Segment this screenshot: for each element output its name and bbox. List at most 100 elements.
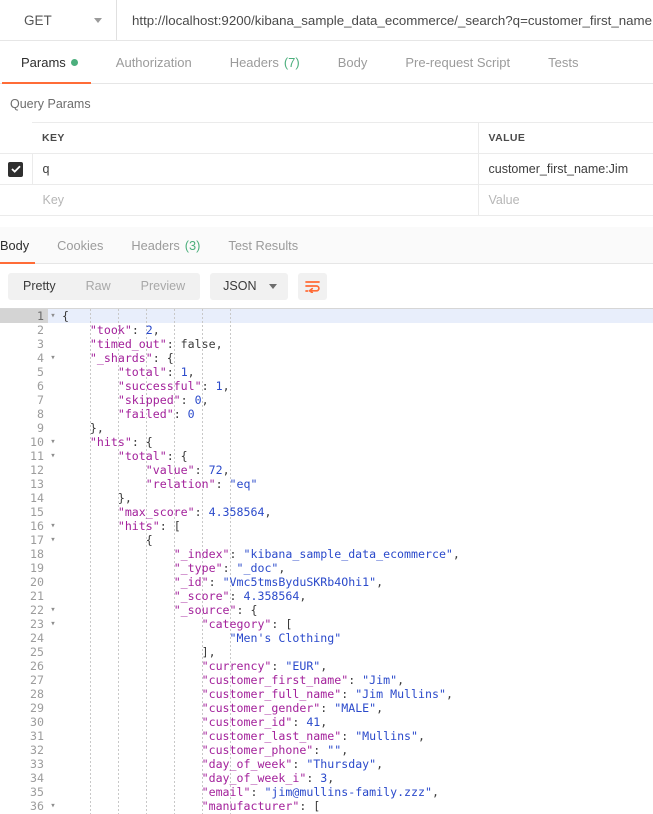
token-s: "Men's Clothing" bbox=[229, 631, 342, 645]
request-url-input[interactable]: http://localhost:9200/kibana_sample_data… bbox=[117, 0, 653, 40]
token-s: "MALE" bbox=[334, 701, 377, 715]
tab-count-badge: (7) bbox=[283, 55, 300, 70]
token-p: : bbox=[166, 337, 181, 351]
view-mode-pretty[interactable]: Pretty bbox=[8, 273, 71, 300]
token-k: "_index" bbox=[173, 547, 230, 561]
line-number: 3 bbox=[37, 337, 44, 351]
line-number: 36 ▾ bbox=[0, 799, 56, 813]
token-s: "Jim Mullins" bbox=[355, 687, 446, 701]
tab-label: Pre-request Script bbox=[405, 55, 511, 70]
code-line: 30 "customer_id": 41, bbox=[0, 715, 653, 729]
word-wrap-button[interactable] bbox=[298, 272, 328, 300]
param-enabled-checkbox[interactable] bbox=[8, 161, 24, 177]
code-text: "hits": [ bbox=[48, 519, 181, 533]
token-p: , bbox=[452, 547, 460, 561]
response-format-label: JSON bbox=[223, 279, 257, 293]
table-row[interactable]: Key Value bbox=[0, 184, 653, 216]
token-k: "_score" bbox=[173, 589, 230, 603]
token-p: : bbox=[173, 407, 188, 421]
token-k: "successful" bbox=[117, 379, 202, 393]
tab-count-badge: (3) bbox=[184, 238, 201, 253]
param-key-input[interactable]: q bbox=[32, 153, 479, 185]
tab-authorization[interactable]: Authorization bbox=[97, 55, 211, 83]
token-b: false bbox=[180, 337, 216, 351]
table-row[interactable]: q customer_first_name:Jim bbox=[0, 153, 653, 185]
token-n: 4.358564 bbox=[208, 505, 265, 519]
line-number: 5 bbox=[37, 365, 44, 379]
code-text: "_index": "kibana_sample_data_ecommerce"… bbox=[48, 547, 460, 561]
line-number: 35 bbox=[30, 785, 44, 799]
tab-body[interactable]: Body bbox=[319, 55, 387, 83]
code-text: "customer_gender": "MALE", bbox=[48, 701, 384, 715]
line-number: 30 bbox=[30, 715, 44, 729]
line-number: 26 bbox=[30, 659, 44, 673]
table-header-row: KEY VALUE bbox=[0, 122, 653, 154]
response-body-editor[interactable]: 1 ▾{2 "took": 2, 3 "timed_out": false, 4 ▾ "… bbox=[0, 308, 653, 814]
code-line: 9 }, bbox=[0, 421, 653, 435]
token-s: "" bbox=[327, 743, 342, 757]
token-p: : bbox=[180, 393, 195, 407]
token-p: , bbox=[222, 463, 230, 477]
code-text: "took": 2, bbox=[48, 323, 160, 337]
param-key-input-empty[interactable]: Key bbox=[32, 184, 479, 216]
code-line: 6 "successful": 1, bbox=[0, 379, 653, 393]
token-k: "manufacturer" bbox=[201, 799, 300, 813]
http-method-select[interactable]: GET bbox=[0, 0, 117, 40]
token-p: , bbox=[222, 379, 230, 393]
token-p: , bbox=[397, 673, 405, 687]
code-text: "_source": { bbox=[48, 603, 258, 617]
line-number: 33 bbox=[30, 757, 44, 771]
view-mode-preview[interactable]: Preview bbox=[126, 273, 200, 300]
code-text: "day_of_week_i": 3, bbox=[48, 771, 335, 785]
code-text: }, bbox=[48, 491, 132, 505]
token-k: "_source" bbox=[173, 603, 237, 617]
request-tabs: Params Authorization Headers (7) Body Pre-req… bbox=[0, 41, 653, 84]
tab-params[interactable]: Params bbox=[2, 55, 97, 84]
resp-tab-cookies[interactable]: Cookies bbox=[45, 238, 119, 263]
token-p: , bbox=[278, 561, 286, 575]
token-n: 72 bbox=[208, 463, 223, 477]
token-p: , bbox=[187, 365, 195, 379]
param-value-input[interactable]: customer_first_name:Jim bbox=[478, 153, 653, 185]
token-p: : bbox=[201, 379, 216, 393]
code-text: "customer_last_name": "Mullins", bbox=[48, 729, 425, 743]
view-mode-raw[interactable]: Raw bbox=[71, 273, 126, 300]
query-params-table: KEY VALUE q customer_first_name:Jim Key … bbox=[0, 122, 653, 216]
token-p: : { bbox=[131, 435, 153, 449]
code-line: 11 ▾ "total": { bbox=[0, 449, 653, 463]
tab-pre-request-script[interactable]: Pre-request Script bbox=[386, 55, 529, 83]
header-cell-key: KEY bbox=[32, 122, 479, 154]
tab-tests[interactable]: Tests bbox=[529, 55, 597, 83]
tab-headers[interactable]: Headers (7) bbox=[211, 55, 319, 83]
resp-tab-test-results[interactable]: Test Results bbox=[216, 238, 314, 263]
row-enable-cell bbox=[0, 184, 32, 216]
resp-tab-headers[interactable]: Headers (3) bbox=[119, 238, 216, 263]
token-p: : [ bbox=[271, 617, 293, 631]
token-p: : bbox=[348, 673, 363, 687]
token-n: 1 bbox=[180, 365, 188, 379]
token-k: "skipped" bbox=[117, 393, 181, 407]
token-k: "total" bbox=[117, 449, 167, 463]
token-k: "email" bbox=[201, 785, 251, 799]
line-number: 2 bbox=[37, 323, 44, 337]
code-line: 21 "_score": 4.358564, bbox=[0, 589, 653, 603]
token-k: "total" bbox=[117, 365, 167, 379]
token-k: "customer_gender" bbox=[201, 701, 321, 715]
resp-tab-body[interactable]: Body bbox=[0, 238, 45, 264]
token-p: : bbox=[292, 757, 307, 771]
line-number: 13 bbox=[30, 477, 44, 491]
param-value-input-empty[interactable]: Value bbox=[478, 184, 653, 216]
token-k: "customer_phone" bbox=[201, 743, 314, 757]
code-text: "Men's Clothing" bbox=[48, 631, 342, 645]
response-format-select[interactable]: JSON bbox=[210, 272, 289, 300]
token-k: "_type" bbox=[173, 561, 223, 575]
line-number: 24 bbox=[30, 631, 44, 645]
token-k: "value" bbox=[145, 463, 195, 477]
token-p: : { bbox=[236, 603, 258, 617]
